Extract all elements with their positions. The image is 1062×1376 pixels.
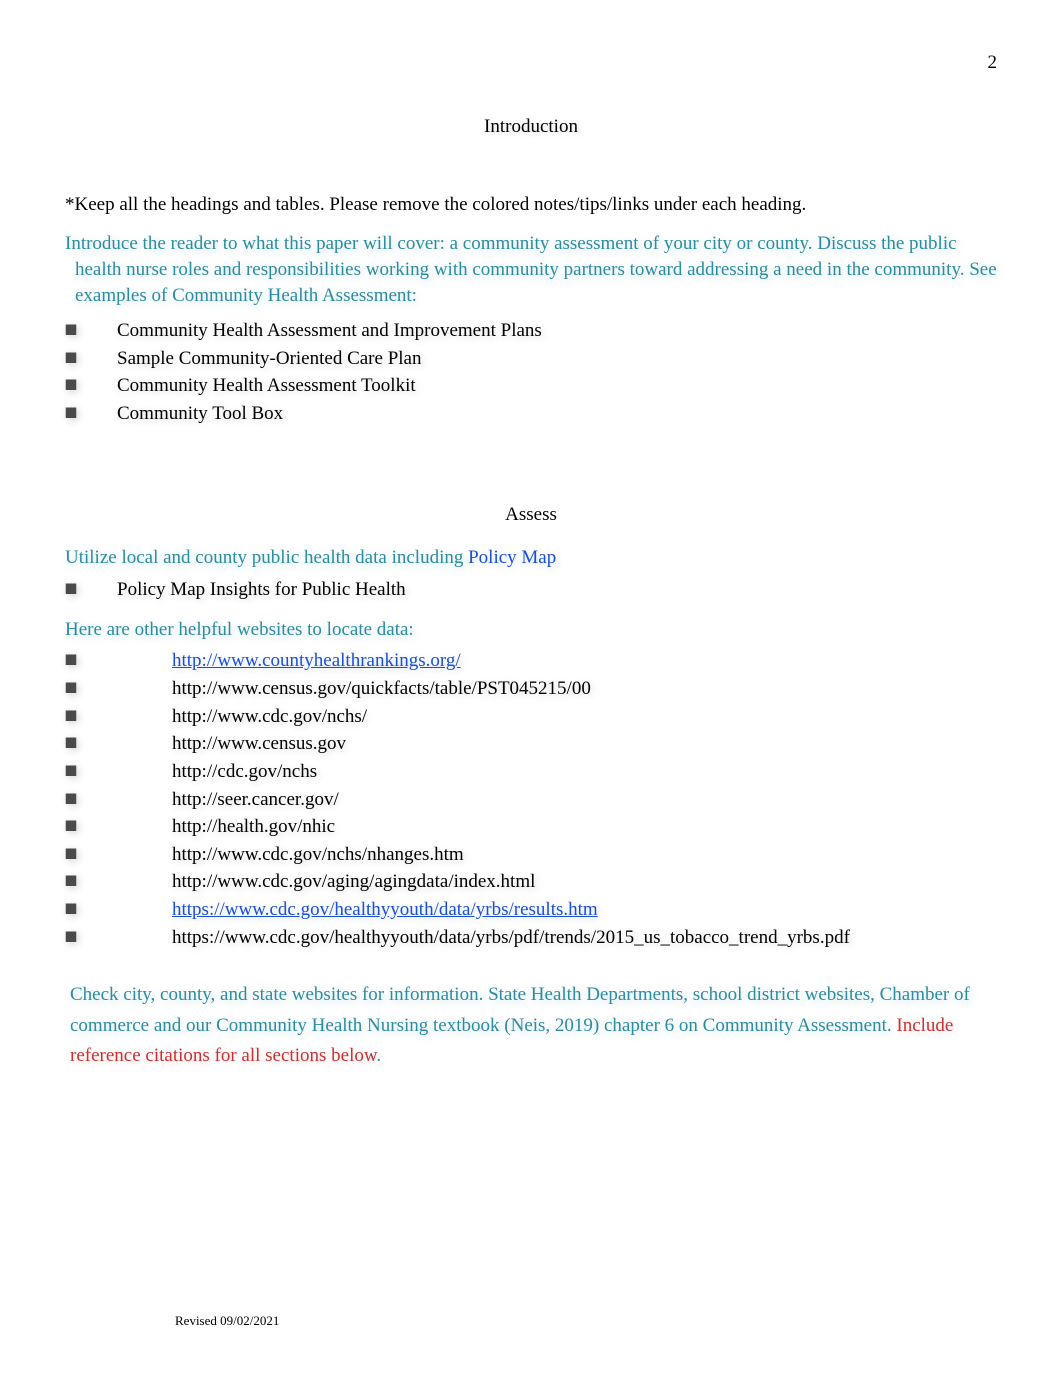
list-item-label: Community Health Assessment Toolkit [117, 373, 416, 399]
list-item: ⯀http://www.cdc.gov/nchs/ [65, 704, 997, 730]
closing-dot: . [376, 1045, 381, 1066]
bullet-icon: ⯀ [65, 322, 117, 342]
bullet-icon: ⯀ [65, 377, 117, 397]
list-item-label: Policy Map Insights for Public Health [117, 577, 406, 603]
bullet-icon: ⯀ [65, 652, 117, 672]
link-census[interactable]: http://www.census.gov [117, 731, 346, 757]
list-item-label: Community Tool Box [117, 401, 283, 427]
page-number: 2 [988, 50, 998, 76]
bullet-icon: ⯀ [65, 735, 117, 755]
link-cdc-nchs-2[interactable]: http://cdc.gov/nchs [117, 759, 317, 785]
bullet-icon: ⯀ [65, 818, 117, 838]
link-cdc-yrbs-pdf[interactable]: https://www.cdc.gov/healthyyouth/data/yr… [117, 925, 850, 951]
list-item: ⯀Community Tool Box [65, 401, 997, 427]
bullet-icon: ⯀ [65, 680, 117, 700]
list-item: ⯀http://www.countyhealthrankings.org/ [65, 648, 997, 674]
bullet-icon: ⯀ [65, 708, 117, 728]
data-links-list: ⯀http://www.countyhealthrankings.org/ ⯀h… [65, 648, 997, 950]
policy-map-link[interactable]: Policy Map [463, 547, 556, 568]
list-item: ⯀https://www.cdc.gov/healthyyouth/data/y… [65, 925, 997, 951]
link-cdc-yrbs-results[interactable]: https://www.cdc.gov/healthyyouth/data/yr… [117, 897, 598, 923]
list-item: ⯀http://www.cdc.gov/aging/agingdata/inde… [65, 869, 997, 895]
link-seer-cancer[interactable]: http://seer.cancer.gov/ [117, 787, 339, 813]
assess-lead: Utilize local and county public health d… [65, 545, 997, 571]
list-item: ⯀Policy Map Insights for Public Health [65, 577, 997, 603]
list-item: ⯀Community Health Assessment and Improve… [65, 318, 997, 344]
bullet-icon: ⯀ [65, 846, 117, 866]
heading-introduction: Introduction [65, 114, 997, 140]
closing-paragraph: Check city, county, and state websites f… [70, 980, 997, 1071]
bullet-icon: ⯀ [65, 873, 117, 893]
list-item: ⯀http://cdc.gov/nchs [65, 759, 997, 785]
bullet-icon: ⯀ [65, 581, 117, 601]
link-cdc-aging[interactable]: http://www.cdc.gov/aging/agingdata/index… [117, 869, 535, 895]
list-item-label: Sample Community-Oriented Care Plan [117, 346, 421, 372]
link-cdc-nhanges[interactable]: http://www.cdc.gov/nchs/nhanges.htm [117, 842, 464, 868]
intro-teal-note: Introduce the reader to what this paper … [65, 231, 997, 308]
footer-revised: Revised 09/02/2021 [175, 1312, 279, 1330]
heading-assess: Assess [65, 502, 997, 528]
list-item: ⯀Community Health Assessment Toolkit [65, 373, 997, 399]
link-health-nhic[interactable]: http://health.gov/nhic [117, 814, 335, 840]
bullet-icon: ⯀ [65, 929, 117, 949]
list-item: ⯀http://seer.cancer.gov/ [65, 787, 997, 813]
list-item: ⯀http://www.census.gov [65, 731, 997, 757]
list-item: ⯀Sample Community-Oriented Care Plan [65, 346, 997, 372]
intro-bullet-list: ⯀Community Health Assessment and Improve… [65, 318, 997, 427]
list-item: ⯀https://www.cdc.gov/healthyyouth/data/y… [65, 897, 997, 923]
list-item: ⯀http://health.gov/nhic [65, 814, 997, 840]
list-item: ⯀http://www.census.gov/quickfacts/table/… [65, 676, 997, 702]
bullet-icon: ⯀ [65, 405, 117, 425]
bullet-icon: ⯀ [65, 350, 117, 370]
closing-teal: Check city, county, and state websites f… [70, 984, 970, 1035]
assess-lead-text: Utilize local and county public health d… [65, 547, 463, 568]
policy-map-list: ⯀Policy Map Insights for Public Health [65, 577, 997, 603]
helpful-websites-note: Here are other helpful websites to locat… [65, 617, 997, 643]
link-countyhealthrankings[interactable]: http://www.countyhealthrankings.org/ [117, 648, 461, 674]
list-item: ⯀http://www.cdc.gov/nchs/nhanges.htm [65, 842, 997, 868]
bullet-icon: ⯀ [65, 763, 117, 783]
link-cdc-nchs[interactable]: http://www.cdc.gov/nchs/ [117, 704, 367, 730]
bullet-icon: ⯀ [65, 791, 117, 811]
bullet-icon: ⯀ [65, 901, 117, 921]
link-census-quickfacts[interactable]: http://www.census.gov/quickfacts/table/P… [117, 676, 591, 702]
list-item-label: Community Health Assessment and Improvem… [117, 318, 542, 344]
keep-headings-note: *Keep all the headings and tables. Pleas… [65, 192, 997, 218]
